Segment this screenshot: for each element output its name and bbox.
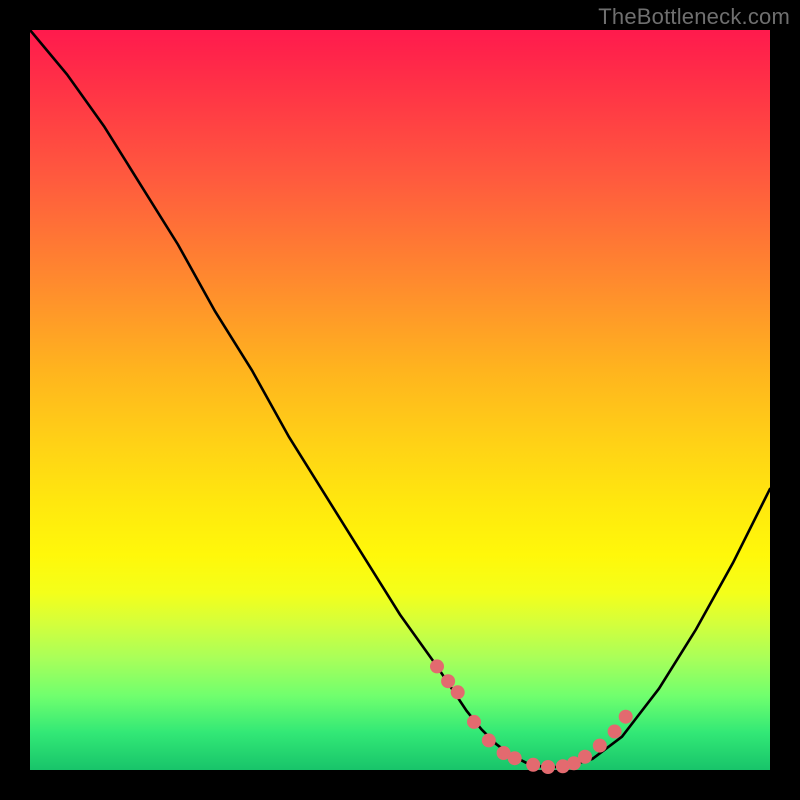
chart-svg xyxy=(30,30,770,770)
marker-dot xyxy=(526,758,540,772)
marker-dot xyxy=(441,674,455,688)
bottleneck-curve xyxy=(30,30,770,767)
optimal-range-markers xyxy=(430,659,633,774)
marker-dot xyxy=(541,760,555,774)
chart-frame: TheBottleneck.com xyxy=(0,0,800,800)
marker-dot xyxy=(451,685,465,699)
marker-dot xyxy=(467,715,481,729)
marker-dot xyxy=(508,751,522,765)
marker-dot xyxy=(482,733,496,747)
marker-dot xyxy=(593,739,607,753)
marker-dot xyxy=(430,659,444,673)
watermark-label: TheBottleneck.com xyxy=(598,4,790,30)
marker-dot xyxy=(619,710,633,724)
marker-dot xyxy=(608,725,622,739)
marker-dot xyxy=(578,750,592,764)
